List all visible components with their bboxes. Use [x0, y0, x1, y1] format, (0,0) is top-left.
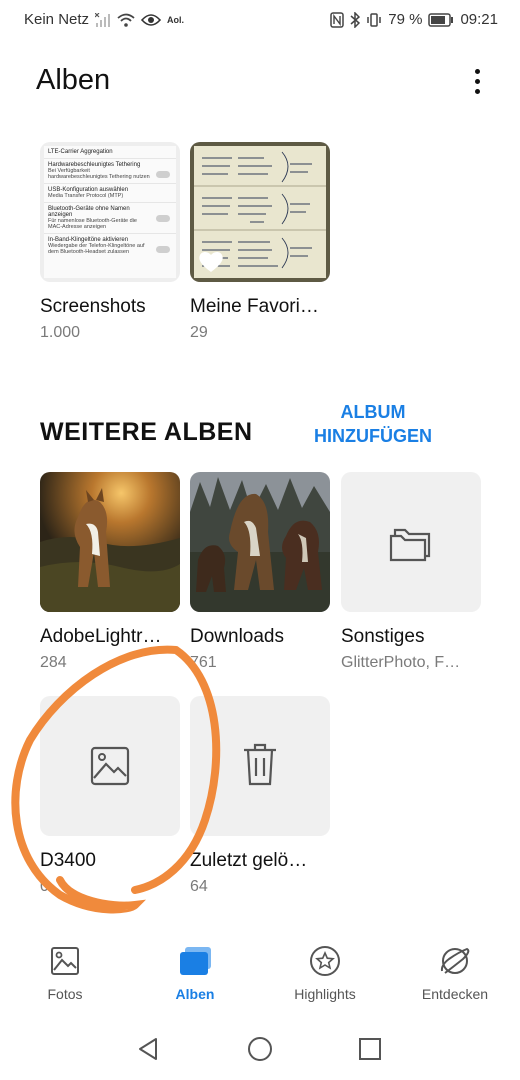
add-album-label: HINZUFÜGEN — [314, 426, 432, 446]
tab-label: Highlights — [294, 986, 356, 1002]
album-sonstiges[interactable]: Sonstiges GlitterPhoto, F… — [341, 472, 481, 672]
album-favorites[interactable]: Meine Favori… 29 — [190, 142, 330, 342]
album-count: 761 — [190, 654, 217, 671]
eye-icon — [141, 13, 162, 26]
image-icon — [51, 947, 79, 975]
album-recently-deleted[interactable]: Zuletzt gelö… 64 — [190, 696, 330, 896]
tab-label: Fotos — [47, 986, 83, 1002]
album-count: 64 — [190, 878, 208, 895]
image-placeholder-icon — [90, 746, 130, 786]
tab-alben[interactable]: Alben — [140, 945, 250, 1002]
favorites-thumbnail — [190, 142, 330, 282]
d3400-thumbnail — [40, 696, 180, 836]
album-name: Screenshots — [40, 296, 146, 317]
album-count: 29 — [190, 324, 208, 341]
system-navigation-bar — [0, 1026, 520, 1076]
trash-icon — [244, 743, 276, 786]
collie-sunset-photo — [40, 472, 180, 612]
album-name: Sonstiges — [341, 626, 425, 647]
more-vertical-icon[interactable] — [462, 64, 492, 98]
discover-icon — [440, 947, 470, 974]
nfc-icon — [330, 11, 344, 28]
sonstiges-thumbnail — [341, 472, 481, 612]
album-count: 0 — [40, 878, 49, 895]
preview-row-title: LTE-Carrier Aggregation — [48, 149, 113, 155]
album-adobelightroom[interactable]: AdobeLightr… 284 — [40, 472, 180, 672]
section-title: WEITERE ALBEN — [40, 418, 253, 446]
settings-preview: LTE-Carrier Aggregation Hardwarebeschleu… — [44, 146, 176, 278]
heart-icon — [199, 252, 223, 272]
signal-icon — [95, 12, 111, 27]
album-downloads[interactable]: Downloads 761 — [190, 472, 330, 672]
preview-row-sub: Media Transfer Protocol (MTP) — [48, 193, 124, 199]
vibrate-icon — [367, 12, 381, 27]
add-album-label: ALBUM — [340, 402, 406, 422]
battery-percent: 79 % — [388, 11, 423, 28]
album-d3400[interactable]: D3400 0 — [40, 696, 180, 896]
album-name: Downloads — [190, 626, 284, 647]
album-screenshots[interactable]: LTE-Carrier Aggregation Hardwarebeschleu… — [40, 142, 180, 342]
three-dogs-photo — [190, 472, 330, 612]
album-name: D3400 — [40, 850, 96, 871]
tab-entdecken[interactable]: Entdecken — [400, 945, 510, 1002]
carrier-text: Kein Netz — [24, 11, 90, 28]
preview-row-title: Bluetooth-Geräte ohne Namen anzeigen — [48, 206, 130, 218]
recents-icon[interactable] — [358, 1037, 382, 1061]
preview-row-sub: Für namenlose Bluetooth-Geräte die MAC-A… — [48, 218, 137, 230]
album-count: GlitterPhoto, F… — [341, 654, 461, 671]
preview-row-sub: Bei Verfügbarkeit hardwarebeschleunigtes… — [48, 168, 150, 180]
album-name: AdobeLightr… — [40, 626, 162, 647]
deleted-thumbnail — [190, 696, 330, 836]
home-icon[interactable] — [246, 1035, 274, 1063]
clock: 09:21 — [460, 11, 498, 28]
lightroom-thumbnail — [40, 472, 180, 612]
tab-fotos[interactable]: Fotos — [10, 945, 120, 1002]
screenshot-thumbnail: LTE-Carrier Aggregation Hardwarebeschleu… — [40, 142, 180, 282]
downloads-thumbnail — [190, 472, 330, 612]
bluetooth-icon — [350, 11, 361, 28]
albums-icon — [180, 947, 211, 975]
star-circle-icon — [310, 946, 340, 976]
status-bar: Kein Netz Aol. 79 % 09:21 — [0, 0, 520, 40]
wifi-icon — [117, 13, 135, 27]
preview-row-sub: Wiedergabe der Telefon-Klingeltöne auf d… — [48, 243, 145, 255]
album-count: 1.000 — [40, 324, 81, 341]
toggle-icon — [156, 246, 170, 253]
tab-highlights[interactable]: Highlights — [270, 945, 380, 1002]
toggle-icon — [156, 215, 170, 222]
back-icon[interactable] — [136, 1036, 162, 1062]
page-title: Alben — [36, 64, 111, 96]
aol-badge: Aol. — [167, 14, 185, 25]
album-count: 284 — [40, 654, 67, 671]
album-name: Zuletzt gelö… — [190, 850, 308, 871]
folder-icon — [389, 528, 431, 562]
toggle-icon — [156, 171, 170, 178]
add-album-button[interactable]: ALBUM HINZUFÜGEN — [306, 400, 440, 448]
battery-icon — [428, 12, 454, 27]
tab-label: Entdecken — [421, 986, 489, 1002]
bottom-navigation: Fotos Alben Highlights Entdecken — [0, 945, 520, 1015]
album-name: Meine Favori… — [190, 296, 319, 317]
tab-label: Alben — [175, 986, 215, 1002]
